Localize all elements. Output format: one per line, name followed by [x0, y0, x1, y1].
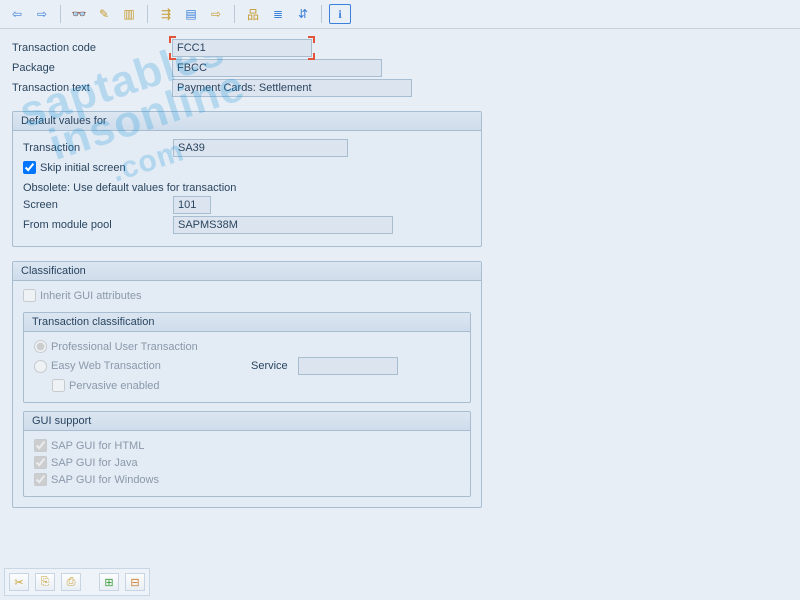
- back-icon[interactable]: ⇦: [6, 4, 28, 24]
- tc-subgroup: Transaction classification Professional …: [23, 312, 471, 403]
- navigate-icon[interactable]: ⇨: [205, 4, 227, 24]
- inherit-checkbox: [23, 289, 36, 302]
- where-used-icon[interactable]: ⇶: [155, 4, 177, 24]
- paste-icon[interactable]: ⎙: [61, 573, 81, 591]
- skip-initial-checkbox[interactable]: [23, 161, 36, 174]
- sort-icon[interactable]: ≣: [267, 4, 289, 24]
- gui-title: GUI support: [24, 412, 470, 431]
- pool-label: From module pool: [23, 219, 173, 231]
- object-list-icon[interactable]: ▤: [180, 4, 202, 24]
- gui-win-checkbox: [34, 473, 47, 486]
- expand-icon[interactable]: ⊞: [99, 573, 119, 591]
- transport-icon[interactable]: ⇵: [292, 4, 314, 24]
- professional-radio: [34, 340, 47, 353]
- package-field[interactable]: [172, 59, 382, 77]
- gui-java-label: SAP GUI for Java: [51, 457, 138, 469]
- tcode-field[interactable]: [172, 39, 312, 57]
- screen-label: Screen: [23, 199, 173, 211]
- skip-initial-label: Skip initial screen: [40, 162, 126, 174]
- ttext-label: Transaction text: [12, 82, 172, 94]
- toolbar-separator: [234, 5, 235, 23]
- app-toolbar: ⇦ ⇨ 👓 ✎ ▥ ⇶ ▤ ⇨ 品 ≣ ⇵ i: [0, 0, 800, 29]
- toolbar-separator: [60, 5, 61, 23]
- toolbar-separator: [147, 5, 148, 23]
- display-change-icon[interactable]: ✎: [93, 4, 115, 24]
- screen-field[interactable]: [173, 196, 211, 214]
- defaults-group: Default values for Transaction Skip init…: [12, 111, 482, 247]
- package-label: Package: [12, 62, 172, 74]
- obsolete-note: Obsolete: Use default values for transac…: [23, 182, 236, 194]
- ttext-field[interactable]: [172, 79, 412, 97]
- gui-win-label: SAP GUI for Windows: [51, 474, 159, 486]
- gui-html-checkbox: [34, 439, 47, 452]
- pool-field[interactable]: [173, 216, 393, 234]
- classification-title: Classification: [13, 262, 481, 281]
- forward-icon[interactable]: ⇨: [31, 4, 53, 24]
- easyweb-label: Easy Web Transaction: [51, 360, 251, 372]
- transaction-label: Transaction: [23, 142, 173, 154]
- gui-java-checkbox: [34, 456, 47, 469]
- gui-html-label: SAP GUI for HTML: [51, 440, 144, 452]
- other-object-icon[interactable]: ▥: [118, 4, 140, 24]
- defaults-title: Default values for: [13, 112, 481, 131]
- status-footer: ✂ ⎘ ⎙ ⊞ ⊟: [4, 568, 150, 596]
- pervasive-label: Pervasive enabled: [69, 380, 160, 392]
- toolbar-separator: [321, 5, 322, 23]
- inherit-label: Inherit GUI attributes: [40, 290, 142, 302]
- glasses-icon[interactable]: 👓: [68, 4, 90, 24]
- hierarchy-icon[interactable]: 品: [242, 4, 264, 24]
- copy-icon[interactable]: ⎘: [35, 573, 55, 591]
- cut-icon[interactable]: ✂: [9, 573, 29, 591]
- pervasive-checkbox: [52, 379, 65, 392]
- collapse-icon[interactable]: ⊟: [125, 573, 145, 591]
- professional-label: Professional User Transaction: [51, 341, 198, 353]
- classification-group: Classification Inherit GUI attributes Tr…: [12, 261, 482, 508]
- service-field[interactable]: [298, 357, 398, 375]
- transaction-field[interactable]: [173, 139, 348, 157]
- service-label: Service: [251, 360, 288, 372]
- info-icon[interactable]: i: [329, 4, 351, 24]
- gui-subgroup: GUI support SAP GUI for HTML SAP GUI for…: [23, 411, 471, 497]
- easyweb-radio: [34, 360, 47, 373]
- tc-title: Transaction classification: [24, 313, 470, 332]
- tcode-label: Transaction code: [12, 42, 172, 54]
